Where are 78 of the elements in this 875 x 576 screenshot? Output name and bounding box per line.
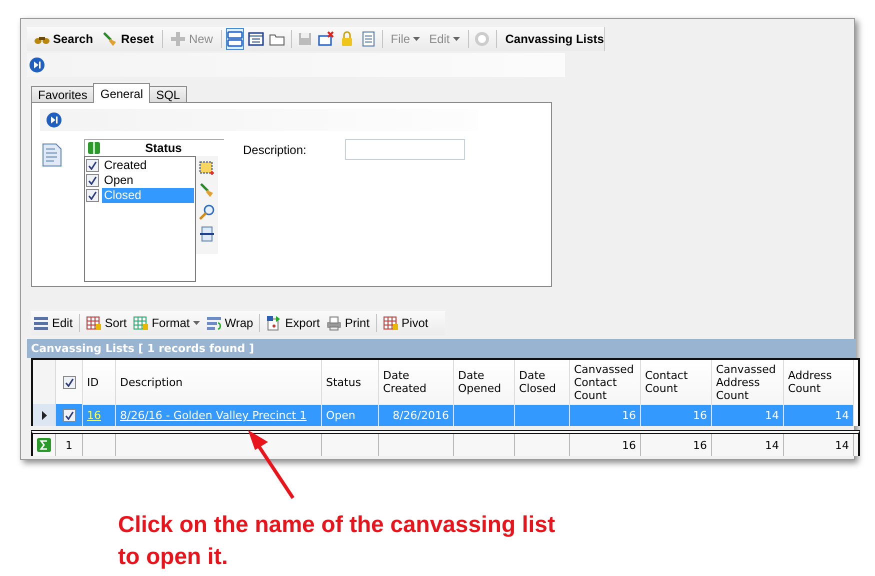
grid-toolbar-button[interactable]: Sort [84, 314, 129, 332]
next-icon[interactable] [29, 57, 45, 73]
total-cell: 14 [835, 438, 849, 452]
caret-icon [452, 37, 460, 41]
plus-icon [170, 31, 186, 47]
grid-toolbar-button[interactable]: Pivot [380, 314, 430, 332]
tab[interactable]: Favorites [31, 86, 94, 103]
document-icon [42, 143, 62, 167]
toolbar-button[interactable]: Search [31, 30, 96, 48]
toolbar-button[interactable]: Reset [99, 30, 157, 48]
toolbar-title: Canvassing Lists [505, 32, 604, 46]
table-cell: 8/26/2016 [379, 404, 454, 426]
checkbox[interactable] [86, 159, 99, 172]
table-cell [515, 404, 570, 426]
table-cell: 14 [712, 404, 784, 426]
column-header[interactable]: Date Closed [515, 360, 570, 404]
status-option[interactable]: Open [102, 173, 194, 188]
status-title: Status [144, 141, 183, 155]
tab[interactable]: SQL [149, 86, 188, 103]
table-icon [132, 315, 149, 331]
checkbox[interactable] [62, 376, 76, 388]
table-cell: 16 [570, 404, 641, 426]
printer-icon [326, 315, 342, 331]
broom-icon[interactable] [199, 182, 215, 198]
checkbox[interactable] [86, 174, 99, 187]
window-close-icon [318, 31, 334, 47]
next-icon[interactable] [46, 112, 62, 128]
export-icon [266, 315, 282, 331]
row-indicator[interactable] [33, 404, 56, 426]
grid-toolbar-button[interactable]: Wrap [204, 314, 256, 332]
tab[interactable]: General [93, 83, 150, 103]
grid-view-icon [248, 31, 264, 47]
table-cell [454, 404, 515, 426]
total-cell: 16 [693, 438, 707, 452]
annotation-text: Click on the name of the canvassing list to open it. [118, 510, 556, 571]
status-icon [87, 141, 101, 155]
status-option[interactable]: Created [102, 158, 194, 173]
grid-toolbar-button[interactable]: Edit [31, 314, 75, 332]
column-header[interactable]: Date Opened [454, 360, 515, 404]
total-cell: 16 [622, 438, 636, 452]
wrap-icon [206, 315, 222, 331]
split-row-icon[interactable] [199, 226, 215, 242]
pivot-icon [382, 315, 399, 331]
add-selection-icon[interactable] [199, 160, 215, 176]
sum-icon [37, 438, 51, 452]
grid-toolbar-button[interactable]: Export [264, 314, 322, 332]
checkbox[interactable] [62, 408, 76, 422]
description-label: Description: [243, 143, 308, 159]
table-icon [86, 315, 102, 331]
save-icon [297, 31, 314, 47]
grid-title: Canvassing Lists [ 1 records found ] [27, 339, 856, 358]
layout-toggle[interactable] [226, 28, 244, 50]
description-field[interactable] [345, 139, 465, 160]
search-icon[interactable] [199, 204, 215, 220]
row-pointer-icon [42, 410, 46, 420]
caret-icon [413, 37, 420, 41]
column-header[interactable]: Description [116, 360, 322, 404]
grid-toolbar-button[interactable]: Print [324, 314, 372, 332]
checkbox[interactable] [86, 189, 99, 202]
column-header[interactable]: Canvassed Address Count [712, 360, 784, 404]
grid-toolbar-button[interactable]: Format [130, 314, 202, 332]
table-cell: 14 [784, 404, 854, 426]
column-header[interactable]: ID [83, 360, 116, 404]
table-cell: Open [322, 404, 379, 426]
list-icon [33, 315, 49, 331]
total-cell: 14 [765, 438, 779, 452]
split-view-icon [227, 31, 244, 47]
column-header[interactable]: Address Count [784, 360, 854, 404]
caret-icon [192, 321, 200, 325]
column-header[interactable]: Contact Count [641, 360, 712, 404]
column-header[interactable]: Canvassed Contact Count [570, 360, 641, 404]
column-header[interactable]: Status [322, 360, 379, 404]
document-icon [360, 31, 376, 47]
table-cell: 16 [641, 404, 712, 426]
broom-icon [102, 31, 118, 47]
column-header[interactable]: Date Created [379, 360, 454, 404]
record-count: 1 [66, 438, 72, 452]
help-icon [474, 31, 490, 47]
